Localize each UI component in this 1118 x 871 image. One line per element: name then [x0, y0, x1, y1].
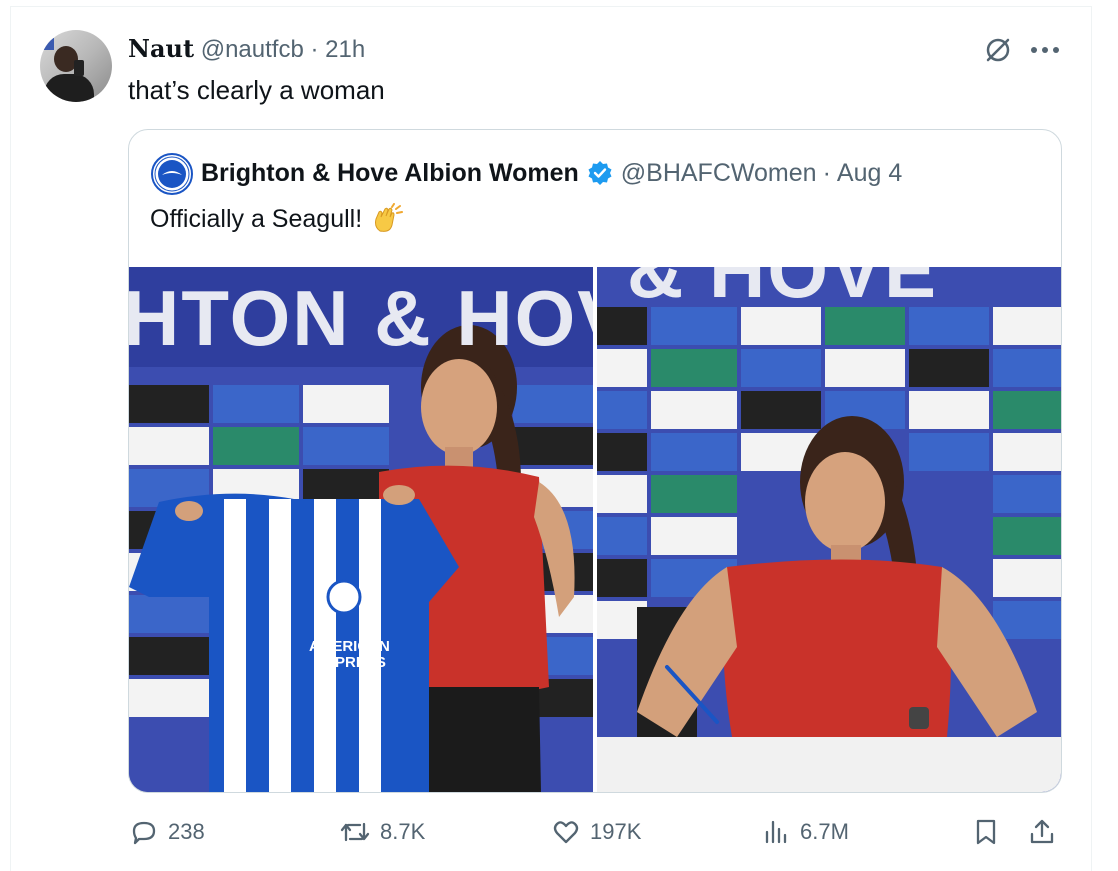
- quoted-author-handle[interactable]: @BHAFCWomen: [621, 157, 817, 189]
- author-handle[interactable]: @nautfcb: [201, 36, 304, 63]
- retweet-icon: [340, 822, 370, 842]
- quoted-author-name[interactable]: Brighton & Hove Albion Women: [201, 157, 579, 189]
- grok-icon[interactable]: [982, 34, 1014, 66]
- author-name[interactable]: Naut: [128, 34, 194, 63]
- quoted-author-avatar[interactable]: [151, 153, 193, 195]
- retweet-button[interactable]: 8.7K: [340, 808, 425, 856]
- author-avatar[interactable]: [40, 30, 112, 102]
- heart-icon: [553, 821, 579, 844]
- svg-text:AMERICAN: AMERICAN: [309, 638, 390, 655]
- quoted-tweet-text-row: Officially a Seagull!: [150, 203, 404, 235]
- tweet-text: that’s clearly a woman: [128, 75, 385, 105]
- svg-text:EXPRESS: EXPRESS: [315, 654, 386, 671]
- retweet-count: 8.7K: [380, 819, 426, 844]
- views-chart-icon: [765, 820, 787, 844]
- views-button[interactable]: 6.7M: [762, 808, 849, 856]
- share-button[interactable]: [1028, 808, 1066, 856]
- tweet-header: Naut @nautfcb · 21h: [128, 34, 365, 65]
- meta-separator: ·: [310, 36, 319, 63]
- quoted-meta-separator: ·: [822, 159, 831, 187]
- quoted-tweet-date[interactable]: Aug 4: [837, 157, 902, 189]
- verified-badge-icon: [587, 160, 613, 186]
- photo-holding-jersey[interactable]: AMERICAN EXPRESS HTON & HOV: [129, 267, 593, 792]
- reply-count: 238: [168, 819, 205, 844]
- bookmark-button[interactable]: [972, 808, 1010, 856]
- share-icon: [1030, 819, 1054, 844]
- quoted-tweet[interactable]: Brighton & Hove Albion Women @BHAFCWomen…: [128, 129, 1062, 793]
- quoted-tweet-header: Brighton & Hove Albion Women @BHAFCWomen…: [201, 157, 902, 189]
- like-count: 197K: [590, 819, 642, 844]
- tweet-actions-bar: 238 8.7K 197K 6.7M: [0, 808, 1118, 856]
- clapping-hands-icon: [370, 203, 404, 235]
- more-options-icon[interactable]: [1028, 36, 1062, 64]
- like-button[interactable]: 197K: [552, 808, 641, 856]
- views-count: 6.7M: [800, 819, 849, 844]
- photo-signing[interactable]: & HOVE: [597, 267, 1061, 792]
- tweet-time[interactable]: 21h: [325, 36, 365, 63]
- photo-right-wall-text: & HOVE: [627, 267, 939, 314]
- bookmark-icon: [976, 819, 996, 845]
- reply-button[interactable]: 238: [130, 808, 205, 856]
- quoted-tweet-text: Officially a Seagull!: [150, 205, 363, 233]
- photo-left-wall-text: HTON & HOV: [129, 274, 593, 362]
- reply-icon: [132, 821, 156, 845]
